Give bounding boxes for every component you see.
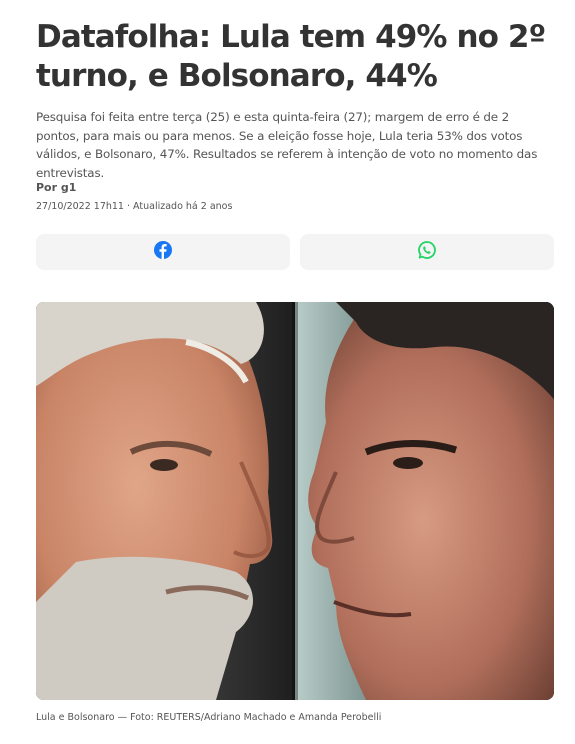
- updated-time: Atualizado há 2 anos: [133, 201, 233, 212]
- whatsapp-icon: [417, 240, 437, 265]
- article-summary: Pesquisa foi feita entre terça (25) e es…: [36, 110, 538, 180]
- facebook-icon: [153, 240, 173, 265]
- share-whatsapp-button[interactable]: [300, 234, 554, 270]
- headline: Datafolha: Lula tem 49% no 2º turno, e B…: [36, 19, 546, 94]
- publish-date: 27/10/2022 17h11: [36, 201, 124, 212]
- meta-separator: ·: [123, 201, 134, 212]
- share-facebook-button[interactable]: [36, 234, 290, 270]
- byline: Por g1: [36, 181, 76, 194]
- photo-caption: Lula e Bolsonaro — Foto: REUTERS/Adriano…: [36, 712, 382, 723]
- author-link[interactable]: g1: [61, 181, 77, 194]
- article: Datafolha: Lula tem 49% no 2º turno, e B…: [0, 0, 575, 744]
- byline-prefix: Por: [36, 181, 61, 194]
- article-meta: 27/10/2022 17h11 · Atualizado há 2 anos: [36, 201, 232, 212]
- article-photo[interactable]: [36, 302, 554, 700]
- lula-bolsonaro-photo: [36, 302, 554, 700]
